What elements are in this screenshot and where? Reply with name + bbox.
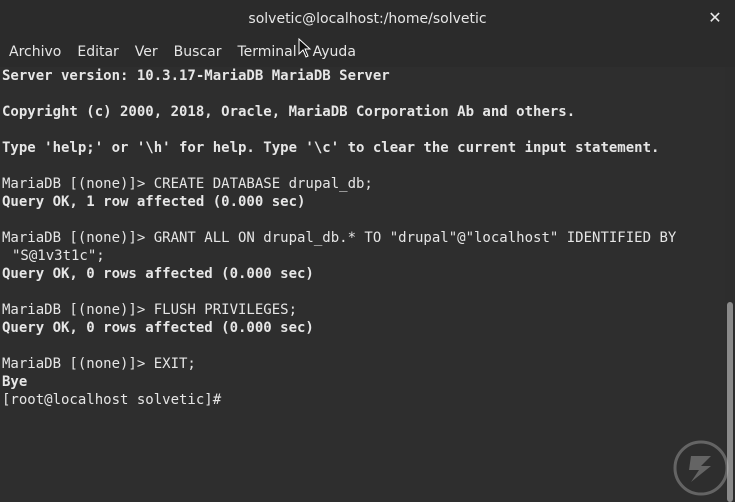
terminal-line: Server version: 10.3.17-MariaDB MariaDB … — [2, 68, 390, 84]
window-title: solvetic@localhost:/home/solvetic — [248, 10, 487, 27]
scrollbar[interactable] — [725, 67, 735, 502]
terminal-line: MariaDB [(none)]> EXIT; — [2, 356, 196, 372]
menu-terminal[interactable]: Terminal — [229, 37, 304, 67]
terminal-line: Query OK, 1 row affected (0.000 sec) — [2, 194, 306, 210]
menu-ver[interactable]: Ver — [127, 37, 166, 67]
menu-buscar[interactable]: Buscar — [166, 37, 230, 67]
terminal-line: Query OK, 0 rows affected (0.000 sec) — [2, 266, 314, 282]
terminal-output[interactable]: Server version: 10.3.17-MariaDB MariaDB … — [0, 67, 725, 502]
terminal-line: Copyright (c) 2000, 2018, Oracle, MariaD… — [2, 104, 576, 120]
menu-archivo[interactable]: Archivo — [0, 37, 69, 67]
terminal-line: Type 'help;' or '\h' for help. Type '\c'… — [2, 140, 660, 156]
terminal-prompt-line[interactable]: [root@localhost solvetic]# — [2, 391, 725, 409]
terminal-window: solvetic@localhost:/home/solvetic ✕ Arch… — [0, 0, 735, 502]
mouse-pointer-icon — [298, 38, 312, 58]
menu-ayuda[interactable]: Ayuda — [305, 37, 364, 67]
solvetic-logo — [673, 440, 729, 496]
close-button[interactable]: ✕ — [705, 8, 725, 28]
terminal-line: MariaDB [(none)]> GRANT ALL ON drupal_db… — [2, 230, 677, 246]
close-icon: ✕ — [708, 8, 722, 27]
menu-bar: Archivo Editar Ver Buscar Terminal Ayuda — [0, 37, 735, 67]
title-bar: solvetic@localhost:/home/solvetic ✕ — [0, 0, 735, 37]
terminal-line: MariaDB [(none)]> FLUSH PRIVILEGES; — [2, 302, 298, 318]
text-cursor — [229, 391, 238, 406]
menu-editar[interactable]: Editar — [69, 37, 126, 67]
terminal-line: MariaDB [(none)]> CREATE DATABASE drupal… — [2, 176, 373, 192]
terminal-line: Bye — [2, 374, 28, 390]
terminal-line: "S@1v3t1c"; — [12, 248, 105, 264]
shell-prompt: [root@localhost solvetic]# — [2, 392, 230, 408]
terminal-line: Query OK, 0 rows affected (0.000 sec) — [2, 320, 314, 336]
